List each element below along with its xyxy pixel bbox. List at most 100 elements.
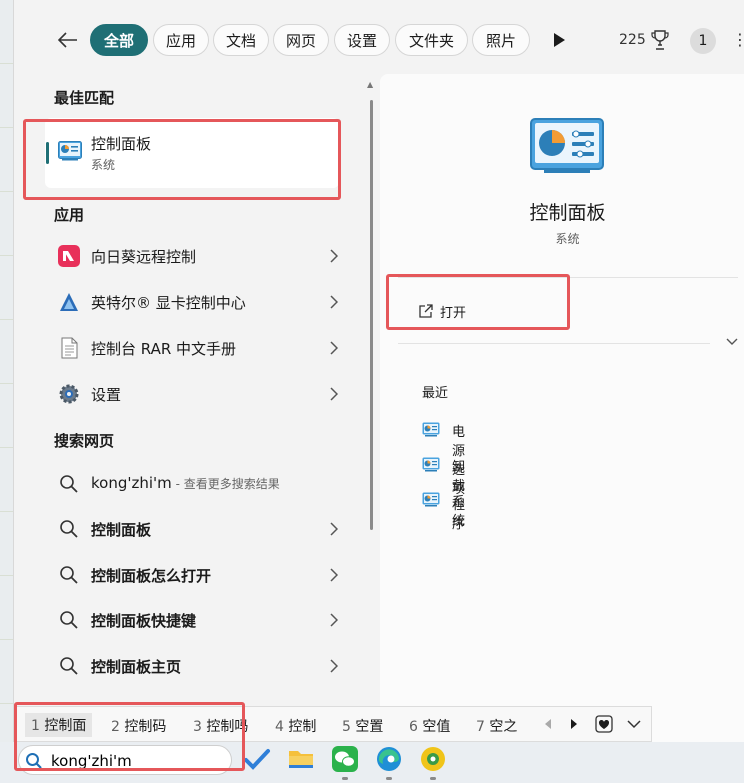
open-label: 打开 [440,306,467,321]
ime-candidate[interactable]: 5 空置 [342,716,383,736]
ime-favorite-heart-icon[interactable] [595,715,613,733]
chevron-right-icon[interactable] [330,295,338,309]
running-indicator [386,777,392,780]
filter-photos[interactable]: 照片 [472,24,530,56]
results-scrollbar[interactable] [370,100,373,530]
ime-next-page-icon[interactable] [565,715,583,733]
app-result-label: 控制台 RAR 中文手册 [91,340,237,358]
scroll-up-arrow-icon[interactable]: ▲ [367,80,373,89]
edge-browser-icon[interactable] [374,744,404,774]
web-search-heading: 搜索网页 [54,432,115,450]
preview-subtitle: 系统 [555,232,580,246]
taskbar [0,742,744,783]
divider [398,343,710,344]
ime-candidate-bar: 1 控制面 2 控制码 3 控制吗 4 控制 5 空置 6 空值 7 空之 [16,706,652,742]
web-result-label: 控制面板快捷键 [91,612,197,630]
preview-title: 控制面板 [529,202,606,224]
file-explorer-icon[interactable] [286,744,316,774]
app-result-intel-graphics[interactable]: 英特尔® 显卡控制中心 [46,280,346,324]
ime-candidate[interactable]: 1 控制面 [25,713,93,737]
search-icon [60,520,78,538]
search-icon [60,475,78,493]
account-badge[interactable]: 1 [690,28,716,54]
app-result-label: 设置 [91,386,122,404]
rewards-trophy-icon[interactable] [650,29,670,51]
filter-apps[interactable]: 应用 [153,24,209,56]
ime-candidate[interactable]: 3 控制吗 [193,716,248,736]
document-icon [61,337,78,359]
web-result[interactable]: 控制面板怎么打开 [46,553,346,597]
web-result-label: 控制面板怎么打开 [91,567,212,585]
chevron-right-icon[interactable] [330,249,338,263]
search-icon [60,657,78,675]
control-panel-icon [422,492,440,507]
web-result[interactable]: 控制面板 [46,507,346,551]
recent-item-label: 系统 [452,495,466,529]
taskbar-search-input[interactable] [51,750,221,772]
filter-all[interactable]: 全部 [90,24,148,56]
open-action[interactable]: 打开 [408,298,558,324]
web-result-label: kong'zhi'm - 查看更多搜索结果 [91,474,280,492]
web-result-label: 控制面板主页 [91,658,182,676]
app-result-label: 向日葵远程控制 [91,248,197,266]
back-arrow-icon [58,32,77,48]
intel-graphics-icon [60,293,78,311]
app-result-settings[interactable]: 设置 [46,372,346,416]
best-match-item[interactable]: 控制面板 系统 [45,118,339,188]
control-panel-icon [422,422,440,437]
sunlogin-icon [58,245,80,267]
best-match-title: 控制面板 [91,135,152,153]
web-result[interactable]: 控制面板主页 [46,644,346,688]
pinned-app-icon[interactable] [418,744,448,774]
todo-checkmark-icon[interactable] [242,744,272,774]
running-indicator [430,777,436,780]
filter-documents[interactable]: 文档 [213,24,269,56]
search-icon [60,611,78,629]
chevron-right-icon[interactable] [330,659,338,673]
filter-folders[interactable]: 文件夹 [395,24,468,56]
control-panel-icon [422,457,440,472]
app-result-rar-manual[interactable]: 控制台 RAR 中文手册 [46,326,346,370]
chevron-right-icon[interactable] [330,568,338,582]
filter-web[interactable]: 网页 [273,24,329,56]
running-indicator [342,777,348,780]
more-options-icon[interactable]: ⋮ [732,30,744,49]
preview-pane: 控制面板 系统 打开 最近 电源选项 卸载程序 系统 [380,74,744,745]
ime-expand-chevron-icon[interactable] [625,715,643,733]
app-result-sunlogin[interactable]: 向日葵远程控制 [46,234,346,278]
ime-candidate[interactable]: 7 空之 [476,716,517,736]
search-icon [26,753,42,769]
recent-heading: 最近 [422,386,449,401]
search-flyout: 全部 应用 文档 网页 设置 文件夹 照片 225 1 ⋮ 最佳匹配 控制面板 … [13,0,744,745]
control-panel-icon [58,141,82,161]
web-result-label: 控制面板 [91,521,152,539]
apps-heading: 应用 [54,206,85,224]
taskbar-search-box[interactable] [18,745,232,775]
ime-candidate[interactable]: 4 控制 [275,716,316,736]
more-filters-play-icon[interactable] [552,32,566,48]
filter-settings[interactable]: 设置 [334,24,390,56]
app-result-label: 英特尔® 显卡控制中心 [91,294,246,312]
chevron-down-icon[interactable] [726,338,738,346]
ime-candidate[interactable]: 2 控制码 [111,716,166,736]
back-button[interactable] [54,28,82,52]
divider [398,277,738,278]
web-result-more[interactable]: kong'zhi'm - 查看更多搜索结果 [46,462,346,506]
chevron-right-icon[interactable] [330,387,338,401]
rewards-points: 225 [619,32,646,48]
best-match-subtitle: 系统 [91,158,116,172]
filter-bar: 全部 应用 文档 网页 设置 文件夹 照片 225 1 ⋮ [14,20,744,60]
chevron-right-icon[interactable] [330,341,338,355]
ime-candidate[interactable]: 6 空值 [409,716,450,736]
chevron-right-icon[interactable] [330,522,338,536]
wechat-icon[interactable] [330,744,360,774]
search-icon [60,566,78,584]
web-result[interactable]: 控制面板快捷键 [46,598,346,642]
control-panel-large-icon [530,118,604,173]
selection-indicator [46,142,49,164]
gear-icon [59,384,79,404]
ime-prev-page-icon[interactable] [539,715,557,733]
best-match-heading: 最佳匹配 [54,89,115,107]
open-external-icon [419,304,433,318]
chevron-right-icon[interactable] [330,613,338,627]
